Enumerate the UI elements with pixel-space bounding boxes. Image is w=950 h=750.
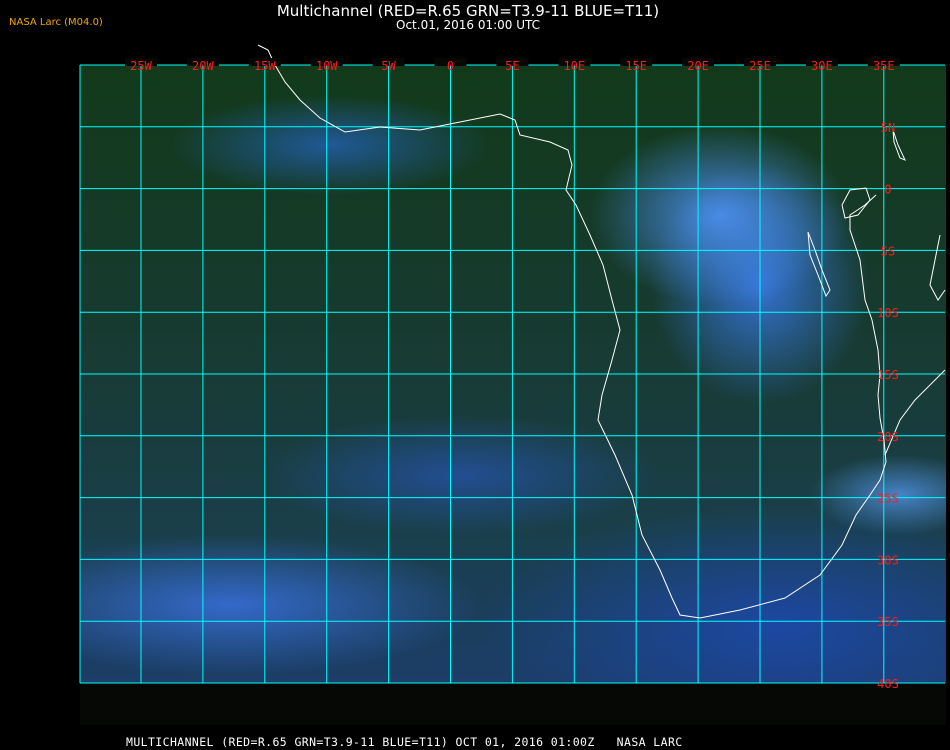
lake-tanganyika	[807, 231, 831, 298]
longitude-label: 10E	[563, 59, 585, 73]
longitude-label: 25W	[130, 59, 152, 73]
longitude-label: 30E	[811, 59, 833, 73]
lake-malawi	[929, 234, 946, 301]
footer-caption: MULTICHANNEL (RED=R.65 GRN=T3.9-11 BLUE=…	[126, 735, 683, 749]
longitude-label: 15E	[625, 59, 647, 73]
latitude-label: 5S	[881, 244, 895, 258]
lake-victoria	[841, 187, 871, 219]
longitude-label: 20W	[192, 59, 214, 73]
latitude-label: 30S	[877, 553, 899, 567]
latitude-label: 15S	[877, 368, 899, 382]
longitude-label: 20E	[687, 59, 709, 73]
longitude-label: 0	[447, 59, 454, 73]
latitude-label: 20S	[877, 430, 899, 444]
longitude-label: 35E	[873, 59, 895, 73]
latitude-label: 35S	[877, 615, 899, 629]
longitude-label: 10W	[316, 59, 338, 73]
latitude-label: 25S	[877, 492, 899, 506]
longitude-label: 25E	[749, 59, 771, 73]
longitude-label: 5W	[381, 59, 396, 73]
latitude-label: 0	[884, 183, 891, 197]
map-overlay: 25W 20W 15W 10W 5W 0 5E 10E 15E 20E 25E 30E 35E 5N 0 5S…	[79, 44, 946, 691]
latitude-label: 5N	[881, 121, 895, 135]
longitude-label: 5E	[505, 59, 519, 73]
africa-coastline	[257, 44, 887, 619]
latitude-label: 10S	[877, 306, 899, 320]
latitude-label: 40S	[877, 677, 899, 691]
longitude-label: 15W	[254, 59, 276, 73]
